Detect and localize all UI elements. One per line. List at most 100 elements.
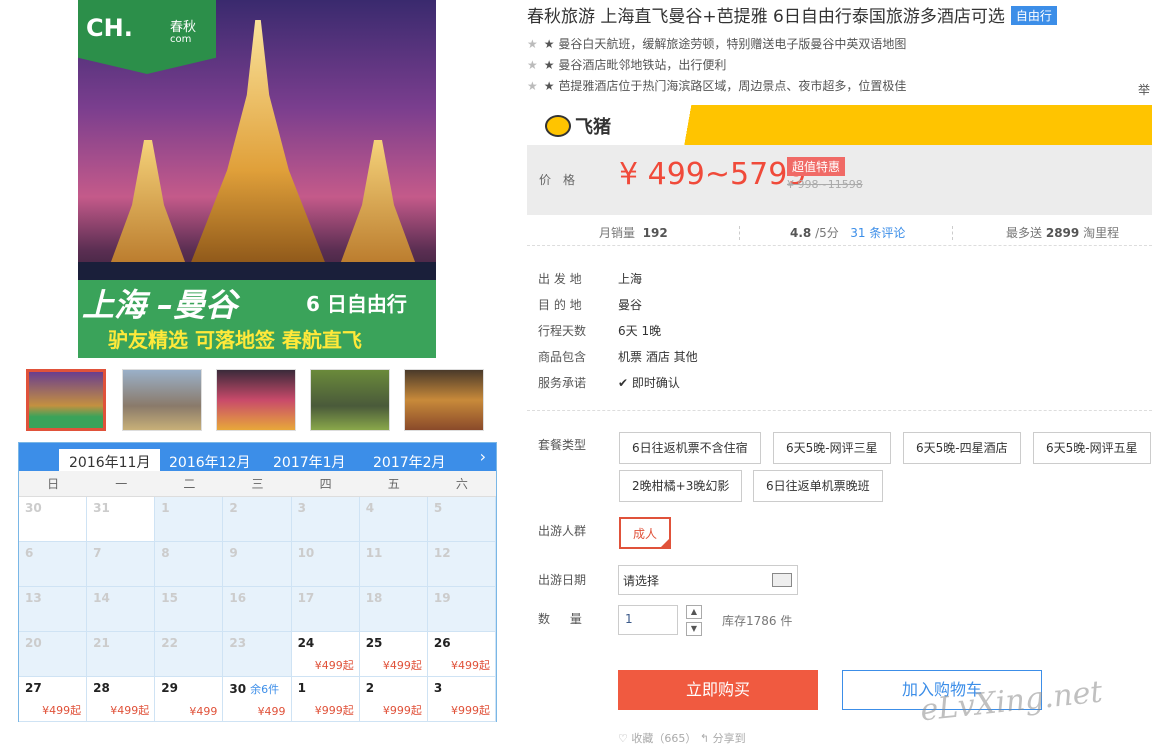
- info-label: 行程天数: [538, 324, 587, 338]
- info-dest: 目 的 地 曼谷: [538, 296, 642, 313]
- tab-month-2[interactable]: 2016年12月: [159, 449, 260, 471]
- calendar-day: 19: [427, 587, 496, 632]
- price-box: 价格 ¥ 499~5799 超值特惠 ¥ 998~11598: [527, 145, 1152, 215]
- buy-now-button[interactable]: 立即购买: [618, 670, 818, 710]
- calendar-day-number: 10: [297, 546, 315, 560]
- banner-duration: 6 日自由行: [306, 292, 407, 316]
- rating-value: 4.8: [790, 226, 812, 240]
- feature-text: ★ 曼谷酒店毗邻地铁站，出行便利: [543, 58, 727, 72]
- calendar-day-price: ¥499起: [451, 659, 490, 672]
- package-label: 套餐类型: [538, 438, 587, 452]
- calendar-day-number: 4: [365, 501, 375, 515]
- calendar-day-price: ¥499起: [314, 659, 354, 672]
- date-label: 出游日期: [538, 573, 587, 587]
- calendar-day-number: 20: [25, 636, 42, 650]
- calendar-day-number: 1: [297, 681, 306, 695]
- weekday: 四: [319, 477, 332, 491]
- favorite-share-row[interactable]: ♡ 收藏（665） ↰ 分享到: [618, 730, 746, 746]
- thumbnail-4[interactable]: [310, 369, 390, 431]
- calendar-day-number: 30: [25, 501, 42, 515]
- monthly-sales: 月销量 192: [599, 224, 668, 241]
- quantity-up-icon[interactable]: ▲: [686, 605, 702, 619]
- temple-spire-right: [338, 140, 418, 270]
- reviews-link[interactable]: 31 条评论: [850, 226, 905, 240]
- thumbnail-2[interactable]: [122, 369, 202, 431]
- calendar-day: 15: [155, 587, 224, 632]
- calendar-day[interactable]: 29 ¥499: [155, 677, 224, 722]
- info-value: 6天 1晚: [618, 324, 662, 338]
- info-service: 服务承诺 ✔ 即时确认: [538, 374, 680, 391]
- fliggy-mascot-icon: [545, 115, 571, 137]
- calendar-day: 11: [359, 542, 428, 587]
- check-circle-icon: ✔: [618, 376, 629, 390]
- calendar-day-number: 21: [93, 636, 110, 650]
- tab-month-4[interactable]: 2017年2月: [363, 449, 456, 471]
- thumbnail-strip: [20, 363, 496, 441]
- calendar-day: 17: [291, 587, 360, 632]
- calendar-day-number: 25: [365, 636, 383, 650]
- calendar-day: 20: [19, 632, 88, 677]
- points-value: 2899: [1045, 226, 1080, 240]
- calendar-day[interactable]: 24 ¥499起: [291, 632, 360, 677]
- calendar-day[interactable]: 27 ¥499起: [19, 677, 88, 722]
- thumbnail-3[interactable]: [216, 369, 296, 431]
- calendar-day: 8: [155, 542, 224, 587]
- calendar-day-price: ¥499: [257, 705, 286, 718]
- calendar-day: 21: [87, 632, 156, 677]
- info-value: 机票 酒店 其他: [618, 350, 698, 364]
- calendar-day[interactable]: 2 ¥999起: [359, 677, 428, 722]
- package-option-4[interactable]: 6天5晚-网评五星: [1033, 432, 1151, 464]
- calendar-day: 2: [223, 497, 292, 542]
- thumbnail-5[interactable]: [404, 369, 484, 431]
- tab-month-1[interactable]: 2016年11月: [59, 449, 161, 471]
- tab-month-3[interactable]: 2017年1月: [263, 449, 356, 471]
- calendar-day[interactable]: 30 余6件 ¥499: [223, 677, 292, 722]
- weekday-header: 日 一 二 三 四 五 六: [19, 471, 496, 497]
- package-option-1[interactable]: 6日往返机票不含住宿: [619, 432, 761, 464]
- crowd-option-adult[interactable]: 成人: [619, 517, 672, 549]
- calendar-icon[interactable]: [772, 573, 792, 587]
- calendar-month-tabs: 2016年11月 2016年12月 2017年1月 2017年2月 ›: [19, 443, 496, 471]
- calendar-day-number: 9: [229, 546, 238, 560]
- calendar-day[interactable]: 25 ¥499起: [359, 632, 428, 677]
- package-option-2[interactable]: 6天5晚-网评三星: [773, 432, 891, 464]
- package-option-6[interactable]: 6日往返单机票晚班: [753, 470, 883, 502]
- date-picker-field[interactable]: 请选择: [618, 565, 798, 595]
- points: 最多送 2899 淘里程: [1006, 224, 1119, 241]
- monthly-sales-label: 月销量: [599, 226, 636, 240]
- package-option-5[interactable]: 2晚柑橘+3晚幻影: [619, 470, 743, 502]
- package-option-3[interactable]: 6天5晚-四星酒店: [903, 432, 1021, 464]
- quantity-input[interactable]: 1: [618, 605, 678, 635]
- chevron-right-icon[interactable]: ›: [480, 447, 486, 466]
- crowd-label: 出游人群: [538, 524, 587, 538]
- thumbnail-1[interactable]: [26, 369, 106, 431]
- calendar-day-number: 15: [161, 591, 178, 605]
- calendar-day[interactable]: 3 ¥999起: [427, 677, 496, 722]
- calendar-day-price: ¥499起: [382, 659, 422, 672]
- quantity-down-icon[interactable]: ▼: [686, 622, 702, 636]
- self-guided-badge: 自由行: [1010, 6, 1057, 25]
- feature-text: ★ 芭提雅酒店位于热门海滨路区域，周边景点、夜市超多，位置极佳: [543, 79, 907, 93]
- date-placeholder: 请选择: [623, 574, 660, 588]
- calendar-day[interactable]: 1 ¥999起: [291, 677, 360, 722]
- calendar-day[interactable]: 26 ¥499起: [427, 632, 496, 677]
- logo-ch-text: CH.: [86, 14, 133, 42]
- points-prefix: 最多送: [1006, 226, 1043, 240]
- weekday: 日: [47, 477, 60, 491]
- price-label: 价格: [539, 173, 588, 187]
- calendar-day-price: ¥999起: [451, 704, 490, 717]
- calendar-day-number: 23: [229, 636, 247, 650]
- platform-name: 飞猪: [575, 117, 611, 138]
- calendar-day-number: 28: [93, 681, 110, 695]
- calendar-day-number: 8: [161, 546, 170, 560]
- info-value: 上海: [618, 272, 643, 286]
- hot-deal-badge: 超值特惠: [787, 157, 846, 176]
- report-link-cut[interactable]: 举: [1138, 81, 1150, 98]
- info-label: 目 的 地: [538, 298, 582, 312]
- calendar-day[interactable]: 28 ¥499起: [87, 677, 156, 722]
- calendar-day-number: 6: [25, 546, 34, 560]
- calendar-day-number: 3: [433, 681, 443, 695]
- calendar-day: 16: [223, 587, 292, 632]
- main-product-image[interactable]: CH. 春秋 com 上海 –曼谷 6 日自由行 驴友精选 可落地签 春航直飞: [78, 0, 436, 358]
- weekday: 三: [251, 477, 264, 491]
